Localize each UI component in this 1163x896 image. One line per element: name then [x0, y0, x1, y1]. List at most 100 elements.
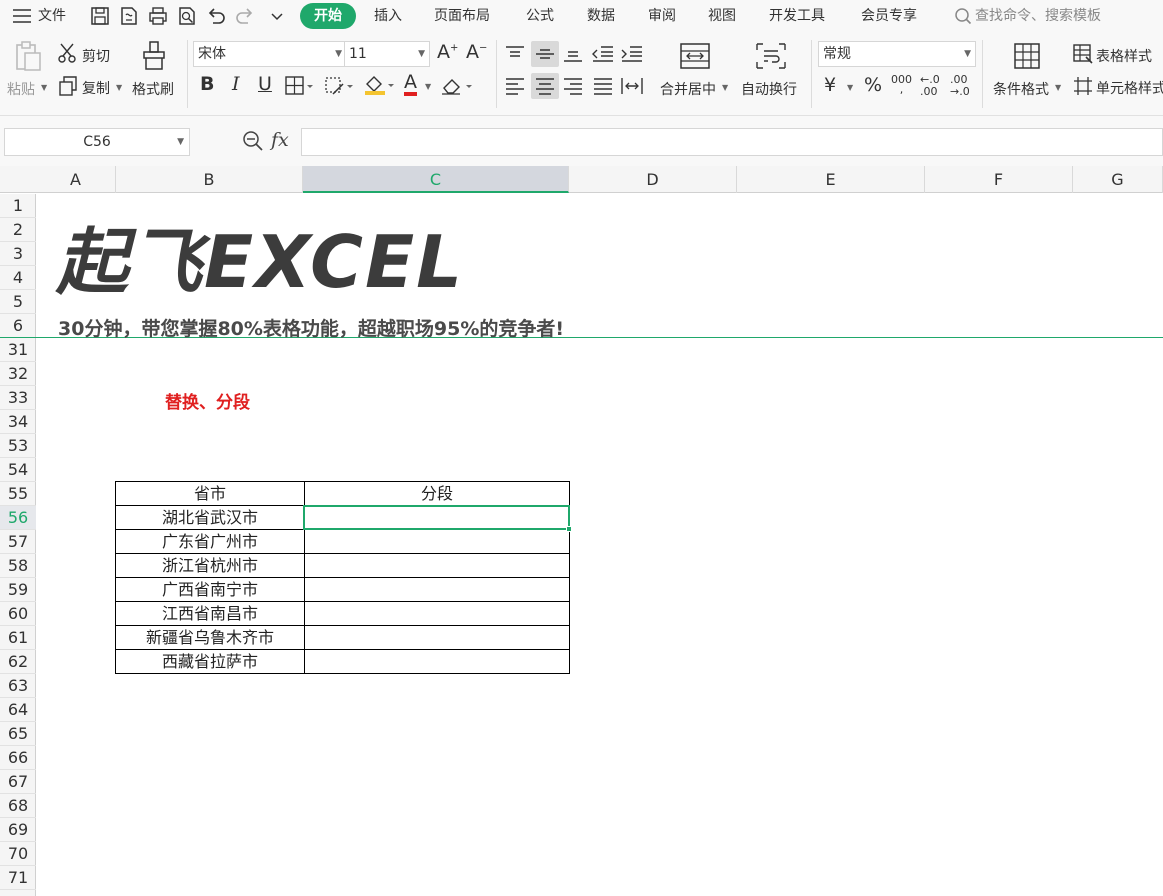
header-cell-segment[interactable]: 分段 [304, 481, 570, 506]
currency-format-icon[interactable]: ¥ [824, 74, 836, 96]
name-box[interactable]: C56 ▼ [4, 128, 190, 156]
column-header-b[interactable]: B [116, 166, 303, 193]
menu-file[interactable]: 文件 [38, 0, 66, 32]
font-color-icon[interactable]: A [404, 72, 417, 96]
column-header-c[interactable]: C [303, 166, 569, 193]
row-header-58[interactable]: 58 [0, 554, 36, 578]
row-header-70[interactable]: 70 [0, 842, 36, 866]
active-cell-cursor[interactable] [303, 505, 570, 530]
font-name-dropdown-icon[interactable]: ▼ [335, 42, 342, 66]
italic-icon[interactable]: I [232, 73, 240, 95]
align-bottom-icon[interactable] [562, 44, 584, 64]
table-cell[interactable]: 广东省广州市 [115, 529, 305, 554]
tab-page-layout[interactable]: 页面布局 [434, 0, 490, 32]
justify-icon[interactable] [592, 76, 614, 96]
row-header-60[interactable]: 60 [0, 602, 36, 626]
decrease-font-size-icon[interactable]: A− [466, 41, 487, 63]
save-icon[interactable] [89, 5, 111, 27]
hamburger-menu-icon[interactable] [12, 0, 32, 32]
table-cell[interactable] [304, 529, 570, 554]
underline-icon[interactable]: U [258, 73, 272, 95]
conditional-format-button[interactable]: 条件格式 [993, 79, 1049, 99]
decrease-indent-icon[interactable] [591, 44, 615, 64]
number-format-dropdown-icon[interactable]: ▼ [964, 42, 971, 66]
copy-dropdown-icon[interactable]: ▼ [116, 83, 122, 92]
increase-decimal-icon[interactable]: ←.0.00 [920, 74, 940, 98]
undo-icon[interactable] [205, 5, 227, 27]
tab-home[interactable]: 开始 [300, 3, 356, 29]
tab-member[interactable]: 会员专享 [861, 0, 917, 32]
wrap-text-icon[interactable] [755, 42, 787, 70]
merge-center-button[interactable]: 合并居中 [660, 79, 716, 99]
copy-icon[interactable] [57, 75, 79, 97]
function-wizard-icon[interactable]: fx [271, 129, 289, 151]
cut-button[interactable]: 剪切 [82, 46, 110, 66]
clear-format-icon[interactable] [440, 76, 474, 96]
increase-font-size-icon[interactable]: A+ [437, 41, 458, 63]
row-header-33[interactable]: 33 [0, 386, 36, 410]
row-header-57[interactable]: 57 [0, 530, 36, 554]
row-header-65[interactable]: 65 [0, 722, 36, 746]
bold-icon[interactable]: B [200, 73, 214, 95]
align-left-icon[interactable] [504, 76, 526, 96]
paste-button[interactable]: 粘贴 [7, 79, 35, 99]
header-cell-province-city[interactable]: 省市 [115, 481, 305, 506]
table-cell[interactable] [304, 649, 570, 674]
row-header-2[interactable]: 2 [0, 218, 36, 242]
percent-format-icon[interactable]: % [864, 74, 882, 96]
cut-icon[interactable] [57, 42, 79, 64]
row-header-61[interactable]: 61 [0, 626, 36, 650]
align-middle-icon[interactable] [534, 44, 556, 64]
formula-input[interactable] [301, 128, 1163, 156]
distributed-align-icon[interactable] [620, 76, 644, 96]
zoom-lookup-icon[interactable] [242, 130, 264, 152]
row-header-54[interactable]: 54 [0, 458, 36, 482]
column-header-f[interactable]: F [925, 166, 1073, 193]
tab-review[interactable]: 审阅 [648, 0, 676, 32]
cell-style-button[interactable]: 单元格样式 [1096, 78, 1163, 98]
search-command-input[interactable]: 查找命令、搜索模板 [975, 0, 1101, 32]
increase-indent-icon[interactable] [620, 44, 644, 64]
column-header-e[interactable]: E [737, 166, 925, 193]
paste-dropdown-icon[interactable]: ▼ [41, 83, 47, 92]
row-header-62[interactable]: 62 [0, 650, 36, 674]
redo-icon[interactable] [234, 5, 256, 27]
format-painter-icon[interactable] [140, 40, 168, 72]
row-header-68[interactable]: 68 [0, 794, 36, 818]
table-cell[interactable] [304, 601, 570, 626]
decrease-decimal-icon[interactable]: .00 →.0 [950, 74, 970, 98]
fill-handle[interactable] [566, 526, 572, 532]
align-right-icon[interactable] [562, 76, 584, 96]
tab-view[interactable]: 视图 [708, 0, 736, 32]
row-header-66[interactable]: 66 [0, 746, 36, 770]
table-cell[interactable]: 新疆省乌鲁木齐市 [115, 625, 305, 650]
paste-icon[interactable] [12, 40, 44, 72]
number-format-combo[interactable]: 常规 ▼ [818, 41, 976, 67]
table-cell[interactable]: 广西省南宁市 [115, 577, 305, 602]
table-style-icon[interactable] [1072, 43, 1094, 65]
conditional-format-dropdown-icon[interactable]: ▼ [1055, 83, 1061, 92]
merge-center-icon[interactable] [679, 42, 711, 70]
tab-data[interactable]: 数据 [587, 0, 615, 32]
row-header-53[interactable]: 53 [0, 434, 36, 458]
print-preview-icon[interactable] [176, 5, 198, 27]
tab-developer[interactable]: 开发工具 [769, 0, 825, 32]
table-cell[interactable]: 浙江省杭州市 [115, 553, 305, 578]
row-header-5[interactable]: 5 [0, 290, 36, 314]
row-header-4[interactable]: 4 [0, 266, 36, 290]
quick-access-dropdown-icon[interactable] [266, 5, 288, 27]
row-header-63[interactable]: 63 [0, 674, 36, 698]
row-header-1[interactable]: 1 [0, 194, 36, 218]
copy-button[interactable]: 复制 [82, 78, 110, 98]
row-header-34[interactable]: 34 [0, 410, 36, 434]
wrap-text-button[interactable]: 自动换行 [741, 79, 797, 99]
merge-center-dropdown-icon[interactable]: ▼ [722, 83, 728, 92]
table-cell[interactable] [304, 577, 570, 602]
column-header-g[interactable]: G [1073, 166, 1163, 193]
row-header-64[interactable]: 64 [0, 698, 36, 722]
row-header-55[interactable]: 55 [0, 482, 36, 506]
name-box-dropdown-icon[interactable]: ▼ [177, 129, 184, 155]
column-header-d[interactable]: D [569, 166, 737, 193]
font-size-dropdown-icon[interactable]: ▼ [418, 42, 425, 66]
align-top-icon[interactable] [504, 44, 526, 64]
